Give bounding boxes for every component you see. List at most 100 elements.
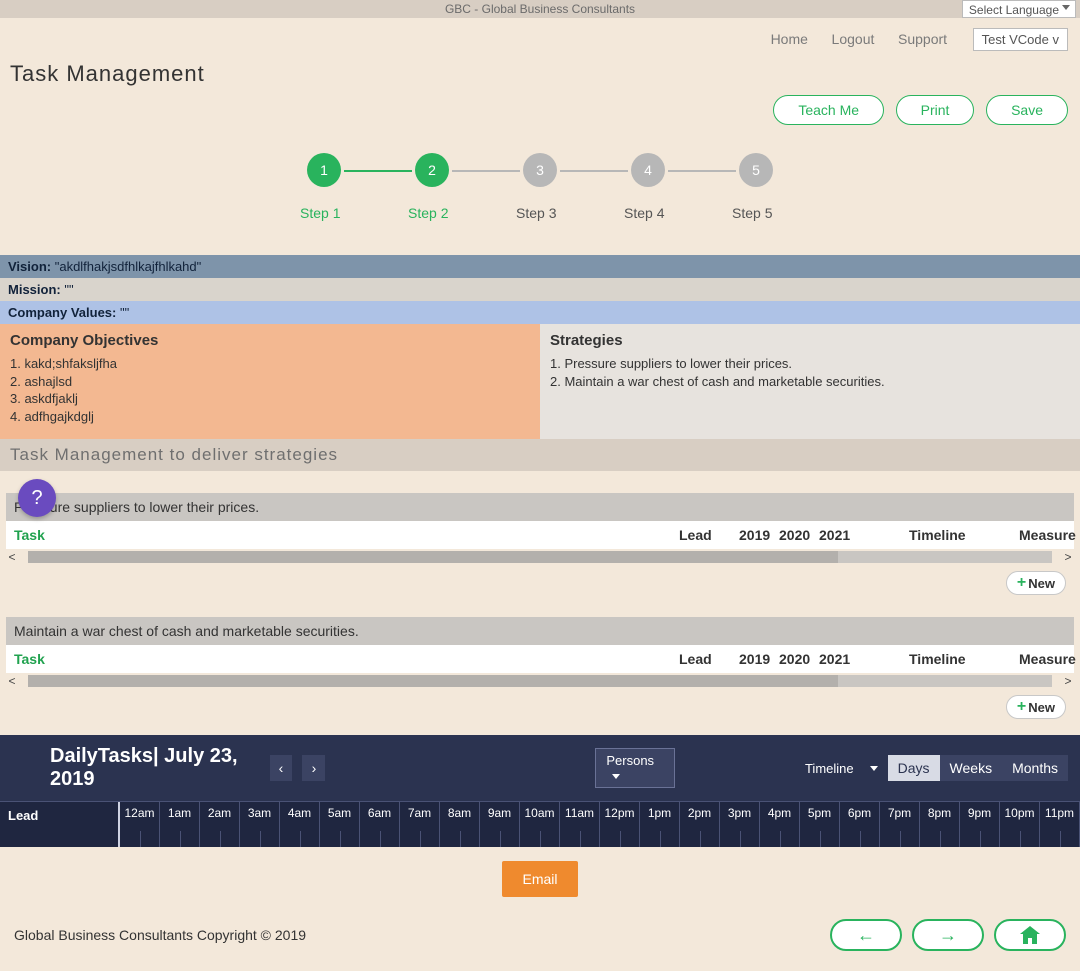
- teach-me-button[interactable]: Teach Me: [773, 95, 884, 125]
- task-grid-header: Task Lead 2019 2020 2021 Timeline Measur…: [6, 645, 1074, 673]
- language-select-label: Select Language: [969, 3, 1059, 17]
- strategy-item: 2. Maintain a war chest of cash and mark…: [550, 373, 1070, 391]
- footer-prev-button[interactable]: ←: [830, 919, 902, 951]
- hour-cell: 5pm: [800, 802, 840, 847]
- step-5[interactable]: 5 Step 5: [736, 153, 776, 221]
- new-task-button[interactable]: +New: [1006, 571, 1066, 595]
- step-1[interactable]: 1 Step 1: [304, 153, 344, 221]
- daily-title: DailyTasks| July 23, 2019: [50, 745, 260, 791]
- help-icon[interactable]: ?: [18, 479, 56, 517]
- col-task[interactable]: Task: [14, 651, 679, 667]
- save-button[interactable]: Save: [986, 95, 1068, 125]
- values-value: "": [116, 305, 129, 320]
- view-weeks[interactable]: Weeks: [940, 755, 1003, 781]
- deliver-strategies-title: Task Management to deliver strategies: [0, 439, 1080, 471]
- hour-cell: 10pm: [1000, 802, 1040, 847]
- objective-item: 3. askdfjaklj: [10, 390, 530, 408]
- chevron-down-icon: [612, 774, 620, 779]
- timeline-dropdown[interactable]: Timeline: [805, 761, 878, 776]
- mission-label: Mission:: [8, 282, 61, 297]
- col-2020: 2020: [779, 651, 819, 667]
- persons-select[interactable]: Persons: [595, 748, 675, 788]
- vision-band: Vision: "akdlfhakjsdfhlkajfhlkahd": [0, 255, 1080, 278]
- hours-row: Lead 12am1am2am3am4am5am6am7am8am9am10am…: [0, 801, 1080, 847]
- hour-cell: 3am: [240, 802, 280, 847]
- hour-cell: 5am: [320, 802, 360, 847]
- col-timeline: Timeline: [909, 651, 1019, 667]
- daily-tasks-panel: DailyTasks| July 23, 2019 ‹ › Persons Ti…: [0, 735, 1080, 847]
- col-2019: 2019: [739, 651, 779, 667]
- step-4[interactable]: 4 Step 4: [628, 153, 668, 221]
- task-grid-scrollbar[interactable]: < >: [6, 673, 1074, 689]
- new-label: New: [1028, 700, 1055, 715]
- strategy-head: Pressure suppliers to lower their prices…: [6, 493, 1074, 521]
- scrollbar-track[interactable]: [28, 551, 1052, 563]
- new-task-button[interactable]: +New: [1006, 695, 1066, 719]
- hour-cell: 8pm: [920, 802, 960, 847]
- objectives-title: Company Objectives: [10, 332, 530, 349]
- step-3-circle: 3: [523, 153, 557, 187]
- hour-cell: 2pm: [680, 802, 720, 847]
- col-measure: Measure: [1019, 651, 1076, 667]
- objectives-panel: Company Objectives 1. kakd;shfaksljfha 2…: [0, 324, 540, 439]
- language-select[interactable]: Select Language: [962, 0, 1076, 18]
- hour-cell: 4pm: [760, 802, 800, 847]
- view-months[interactable]: Months: [1002, 755, 1068, 781]
- hour-cell: 12pm: [600, 802, 640, 847]
- prev-day-button[interactable]: ‹: [270, 755, 293, 781]
- values-band: Company Values: "": [0, 301, 1080, 324]
- nav-row: Home Logout Support Test VCode v: [0, 18, 1080, 55]
- scroll-left-icon[interactable]: <: [6, 550, 18, 564]
- scroll-right-icon[interactable]: >: [1062, 550, 1074, 564]
- col-lead: Lead: [679, 651, 739, 667]
- nav-home[interactable]: Home: [771, 31, 808, 47]
- daily-toolbar: DailyTasks| July 23, 2019 ‹ › Persons Ti…: [0, 735, 1080, 801]
- nav-support[interactable]: Support: [898, 31, 947, 47]
- app-title: GBC - Global Business Consultants: [445, 2, 635, 16]
- next-day-button[interactable]: ›: [302, 755, 325, 781]
- plus-icon: +: [1017, 574, 1026, 592]
- nav-logout[interactable]: Logout: [832, 31, 875, 47]
- new-task-row: +New: [6, 689, 1074, 719]
- new-task-row: +New: [6, 565, 1074, 595]
- vision-label: Vision:: [8, 259, 51, 274]
- hour-cell: 9pm: [960, 802, 1000, 847]
- step-3[interactable]: 3 Step 3: [520, 153, 560, 221]
- step-2[interactable]: 2 Step 2: [412, 153, 452, 221]
- step-2-label: Step 2: [408, 205, 448, 221]
- hour-cell: 7pm: [880, 802, 920, 847]
- strategies-title: Strategies: [550, 332, 1070, 349]
- hour-cell: 3pm: [720, 802, 760, 847]
- email-button[interactable]: Email: [502, 861, 577, 897]
- hour-cell: 6am: [360, 802, 400, 847]
- mission-band: Mission: "": [0, 278, 1080, 301]
- objective-item: 4. adfhgajkdglj: [10, 408, 530, 426]
- col-timeline: Timeline: [909, 527, 1019, 543]
- scrollbar-thumb[interactable]: [28, 551, 838, 563]
- scroll-right-icon[interactable]: >: [1062, 674, 1074, 688]
- task-grid-scrollbar[interactable]: < >: [6, 549, 1074, 565]
- col-2021: 2021: [819, 527, 859, 543]
- email-row: Email: [0, 847, 1080, 911]
- hour-cell: 2am: [200, 802, 240, 847]
- scroll-left-icon[interactable]: <: [6, 674, 18, 688]
- scrollbar-thumb[interactable]: [28, 675, 838, 687]
- view-days[interactable]: Days: [888, 755, 940, 781]
- footer: Global Business Consultants Copyright © …: [0, 911, 1080, 971]
- col-task[interactable]: Task: [14, 527, 679, 543]
- values-label: Company Values:: [8, 305, 116, 320]
- footer-nav: ← →: [830, 919, 1066, 951]
- task-grid-header: Task Lead 2019 2020 2021 Timeline Measur…: [6, 521, 1074, 549]
- print-button[interactable]: Print: [896, 95, 975, 125]
- footer-next-button[interactable]: →: [912, 919, 984, 951]
- col-2019: 2019: [739, 527, 779, 543]
- step-connector: [560, 170, 628, 172]
- hour-cell: 1am: [160, 802, 200, 847]
- scrollbar-track[interactable]: [28, 675, 1052, 687]
- page-title: Task Management: [0, 55, 1080, 87]
- step-5-circle: 5: [739, 153, 773, 187]
- step-connector: [668, 170, 736, 172]
- footer-home-button[interactable]: [994, 919, 1066, 951]
- mission-value: "": [61, 282, 74, 297]
- vcode-select[interactable]: Test VCode v: [973, 28, 1068, 51]
